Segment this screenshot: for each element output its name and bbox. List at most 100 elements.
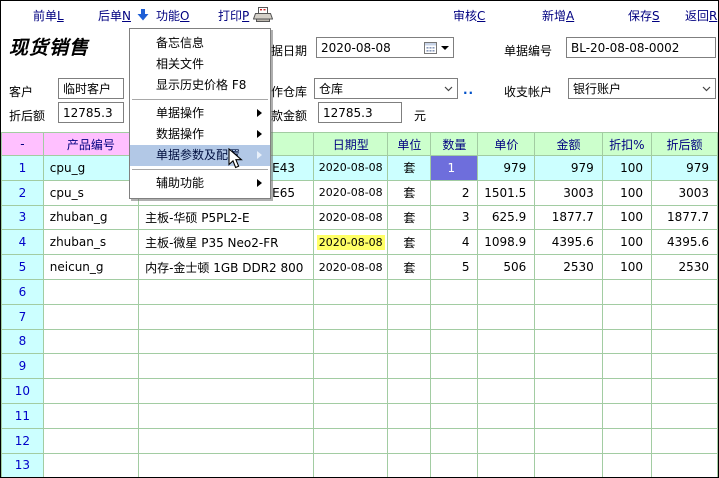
cell-after[interactable]	[651, 403, 717, 428]
cell-after[interactable]	[651, 329, 717, 354]
cell-unit[interactable]	[388, 379, 431, 404]
cell-code[interactable]: cpu_s	[43, 180, 138, 205]
cell-discount[interactable]: 100	[602, 205, 651, 230]
cell-price[interactable]: 625.9	[478, 205, 535, 230]
cell-amount[interactable]: 4395.6	[535, 230, 602, 255]
cell-date[interactable]	[313, 354, 388, 379]
menubar-item-C[interactable]: 审核C	[453, 7, 485, 24]
cell-amount[interactable]: 1877.7	[535, 205, 602, 230]
cell-qty[interactable]: 2	[431, 180, 478, 205]
cell-discount[interactable]	[602, 354, 651, 379]
cell-qty[interactable]	[431, 428, 478, 453]
cell-unit[interactable]	[388, 329, 431, 354]
doc-date-input[interactable]: 2020-08-08	[316, 37, 454, 58]
column-header[interactable]: 数量	[431, 133, 478, 156]
cell-num[interactable]: 7	[2, 304, 44, 329]
cell-date[interactable]	[313, 453, 388, 478]
cell-unit[interactable]: 套	[388, 255, 431, 280]
cell-code[interactable]: zhuban_s	[43, 230, 138, 255]
cell-price[interactable]	[478, 453, 535, 478]
cell-date[interactable]: 2020-08-08	[313, 230, 388, 255]
cell-amount[interactable]	[535, 279, 602, 304]
cell-after[interactable]	[651, 354, 717, 379]
cell-code[interactable]	[43, 453, 138, 478]
popup-menu-item[interactable]: 显示历史价格 F8	[130, 75, 270, 96]
customer-input[interactable]: 临时客户	[58, 78, 124, 99]
cell-code[interactable]	[43, 329, 138, 354]
cell-date[interactable]: 2020-08-08	[313, 255, 388, 280]
cell-date[interactable]	[313, 403, 388, 428]
popup-menu-item[interactable]: 数据操作	[130, 124, 270, 145]
cell-num[interactable]: 10	[2, 379, 44, 404]
cell-qty[interactable]: 4	[431, 230, 478, 255]
cell-unit[interactable]	[388, 354, 431, 379]
cell-unit[interactable]: 套	[388, 230, 431, 255]
cell-amount[interactable]: 2530	[535, 255, 602, 280]
cell-after[interactable]	[651, 304, 717, 329]
cell-amount[interactable]	[535, 354, 602, 379]
cell-amount[interactable]	[535, 403, 602, 428]
cell-qty[interactable]: 1	[431, 156, 478, 181]
cell-code[interactable]: zhuban_g	[43, 205, 138, 230]
cell-name[interactable]	[139, 379, 314, 404]
cell-discount[interactable]	[602, 329, 651, 354]
cell-code[interactable]	[43, 279, 138, 304]
cell-name[interactable]	[139, 304, 314, 329]
cell-after[interactable]	[651, 379, 717, 404]
popup-menu-item[interactable]: 辅助功能	[130, 173, 270, 194]
cell-discount[interactable]: 100	[602, 156, 651, 181]
cell-discount[interactable]: 100	[602, 230, 651, 255]
cell-num[interactable]: 2	[2, 180, 44, 205]
discounted-total-input[interactable]: 12785.3	[58, 102, 124, 123]
cell-date[interactable]	[313, 279, 388, 304]
popup-menu-item[interactable]: 备忘信息	[130, 33, 270, 54]
menubar-item-N[interactable]: 后单N	[98, 7, 131, 24]
cell-date[interactable]: 2020-08-08	[313, 205, 388, 230]
column-header[interactable]: -	[2, 133, 44, 156]
cell-code[interactable]: neicun_g	[43, 255, 138, 280]
cell-date[interactable]	[313, 379, 388, 404]
column-header[interactable]: 金额	[535, 133, 602, 156]
cell-unit[interactable]	[388, 453, 431, 478]
cell-after[interactable]	[651, 428, 717, 453]
cell-price[interactable]	[478, 279, 535, 304]
cell-amount[interactable]	[535, 428, 602, 453]
cell-unit[interactable]	[388, 428, 431, 453]
cell-after[interactable]: 2530	[651, 255, 717, 280]
cell-price[interactable]	[478, 354, 535, 379]
cell-discount[interactable]: 100	[602, 255, 651, 280]
cell-qty[interactable]	[431, 304, 478, 329]
cell-qty[interactable]: 3	[431, 205, 478, 230]
cell-name[interactable]	[139, 453, 314, 478]
cell-price[interactable]: 1501.5	[478, 180, 535, 205]
cell-num[interactable]: 11	[2, 403, 44, 428]
cell-qty[interactable]	[431, 403, 478, 428]
cell-date[interactable]	[313, 428, 388, 453]
popup-menu-item[interactable]: 单据参数及配置	[130, 145, 270, 166]
menubar-item-P[interactable]: 打印P	[218, 7, 249, 24]
menubar-item-A[interactable]: 新增A	[542, 7, 574, 24]
cell-name[interactable]	[139, 428, 314, 453]
cell-price[interactable]: 506	[478, 255, 535, 280]
cell-amount[interactable]	[535, 453, 602, 478]
cell-discount[interactable]	[602, 428, 651, 453]
cell-num[interactable]: 6	[2, 279, 44, 304]
cell-price[interactable]: 1098.9	[478, 230, 535, 255]
cell-qty[interactable]	[431, 279, 478, 304]
cell-code[interactable]	[43, 428, 138, 453]
cell-code[interactable]: cpu_g	[43, 156, 138, 181]
cell-date[interactable]: 2020-08-08	[313, 180, 388, 205]
menubar-item-L[interactable]: 前单L	[33, 7, 64, 24]
cell-name[interactable]: 内存-金士顿 1GB DDR2 800	[139, 255, 314, 280]
dropdown-arrow-icon[interactable]	[441, 46, 449, 50]
column-header[interactable]: 产品编号	[43, 133, 138, 156]
cell-unit[interactable]: 套	[388, 156, 431, 181]
cell-date[interactable]: 2020-08-08	[313, 156, 388, 181]
cell-num[interactable]: 8	[2, 329, 44, 354]
cell-price[interactable]	[478, 428, 535, 453]
cell-qty[interactable]	[431, 329, 478, 354]
cell-amount[interactable]: 3003	[535, 180, 602, 205]
cell-code[interactable]	[43, 403, 138, 428]
cell-discount[interactable]	[602, 304, 651, 329]
cell-amount[interactable]	[535, 329, 602, 354]
